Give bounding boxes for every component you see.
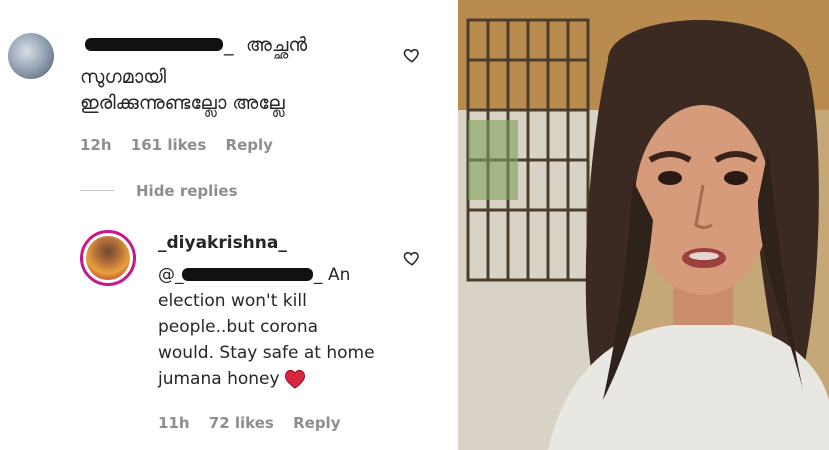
- comment-meta: 12h 161 likes Reply: [80, 136, 287, 154]
- reply-reply-button[interactable]: Reply: [293, 414, 340, 432]
- redacted-mention: [182, 268, 313, 281]
- reply-likes[interactable]: 72 likes: [209, 414, 274, 432]
- heart-emoji: [284, 369, 306, 389]
- like-heart-icon[interactable]: [403, 46, 421, 64]
- commenter-avatar[interactable]: [8, 33, 54, 79]
- reply-meta: 11h 72 likes Reply: [158, 414, 354, 432]
- comment-text-line3: ഇരിക്കുന്നുണ്ടല്ലോ അല്ലേ: [80, 92, 285, 114]
- video-frame-photo: [458, 0, 829, 450]
- comment-username-suffix: _: [224, 34, 234, 56]
- portrait-illustration: [458, 0, 829, 450]
- reply-text-line3: people..but corona: [158, 317, 319, 337]
- redacted-username: [85, 38, 223, 51]
- hide-replies-button[interactable]: Hide replies: [136, 182, 238, 200]
- comments-panel: _ അച്ഛൻ സുഗമായി ഇരിക്കുന്നുണ്ടല്ലോ അല്ലേ…: [0, 0, 455, 450]
- comment-likes[interactable]: 161 likes: [131, 136, 207, 154]
- reply-avatar[interactable]: [80, 230, 136, 286]
- reply-text-line5: jumana honey: [158, 369, 280, 389]
- avatar-image: [86, 236, 130, 280]
- reply-text-line4: would. Stay safe at home: [158, 343, 375, 363]
- reply-time: 11h: [158, 414, 190, 432]
- reply-mention-suffix: _: [314, 265, 323, 285]
- comment-text-line1: അച്ഛൻ: [246, 34, 308, 56]
- comment-reply-button[interactable]: Reply: [226, 136, 273, 154]
- comment-time: 12h: [80, 136, 112, 154]
- reply-mention-prefix: @_: [158, 265, 184, 285]
- hide-replies-divider: [80, 190, 114, 191]
- comment-text-line2: സുഗമായി: [80, 66, 166, 88]
- reply-text-line1: An: [328, 265, 351, 285]
- like-heart-icon[interactable]: [403, 249, 421, 267]
- reply-text-line2: election won't kill: [158, 291, 307, 311]
- reply-username[interactable]: _diyakrishna_: [158, 233, 287, 253]
